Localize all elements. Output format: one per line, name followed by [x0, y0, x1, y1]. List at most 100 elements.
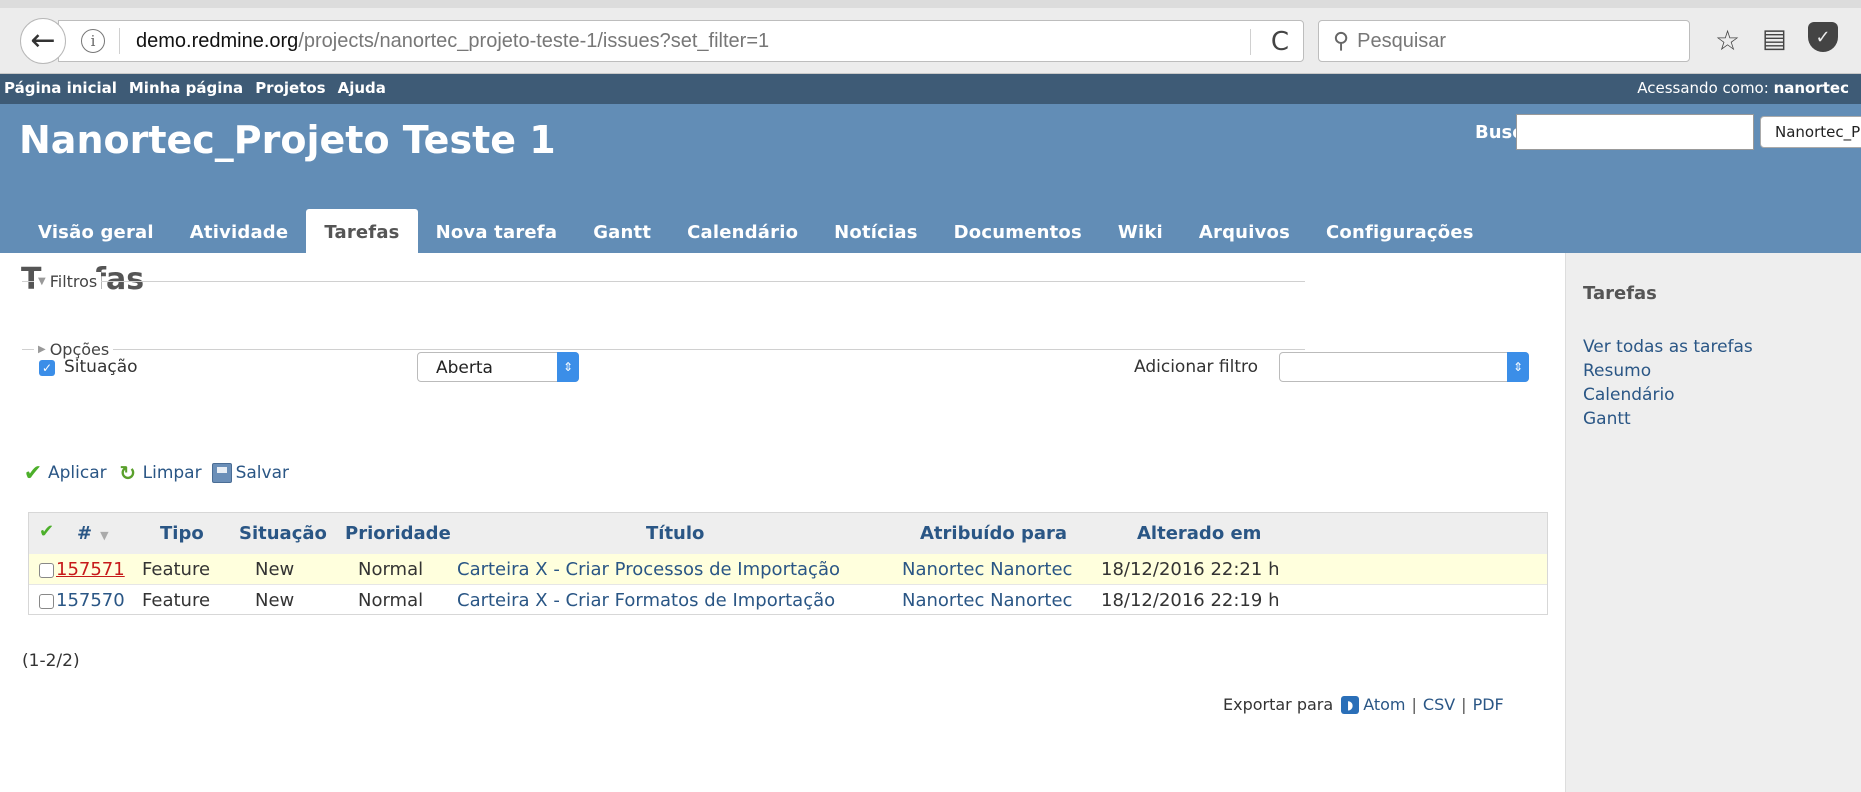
- logged-as: Acessando como: nanortec: [1637, 79, 1849, 97]
- sidebar: Tarefas Ver todas as tarefas Resumo Cale…: [1565, 253, 1861, 792]
- column-header-titulo[interactable]: Título: [646, 523, 704, 544]
- query-actions: ✔ Aplicar ↻ Limpar Salvar: [22, 461, 299, 486]
- options-legend[interactable]: ▶ Opções: [34, 340, 114, 359]
- tab-wiki[interactable]: Wiki: [1100, 209, 1181, 253]
- back-arrow-icon: ←: [30, 23, 56, 58]
- top-menu-help[interactable]: Ajuda: [338, 79, 386, 97]
- project-header: Nanortec_Projeto Teste 1 Busca: Nanortec…: [0, 104, 1861, 253]
- tab-activity[interactable]: Atividade: [172, 209, 307, 253]
- export-pdf-link[interactable]: PDF: [1473, 695, 1504, 714]
- issue-id-link[interactable]: 157571: [56, 559, 125, 580]
- issue-id-link[interactable]: 157570: [56, 590, 125, 611]
- filters-legend[interactable]: ▼ Filtros: [34, 272, 102, 291]
- tab-documents[interactable]: Documentos: [936, 209, 1100, 253]
- browser-search-box[interactable]: ⚲ Pesquisar: [1318, 20, 1690, 62]
- browser-tab-strip: [0, 0, 1861, 8]
- reload-icon: ↻: [119, 461, 136, 485]
- status-filter-value: Aberta: [436, 358, 493, 378]
- pagination-count: (1-2/2): [22, 651, 80, 671]
- column-header-id-label: #: [77, 523, 93, 544]
- logged-as-label: Acessando como:: [1637, 79, 1769, 97]
- column-header-alterado[interactable]: Alterado em: [1137, 523, 1261, 544]
- table-row[interactable]: 157571 Feature New Normal Carteira X - C…: [29, 554, 1547, 584]
- sidebar-link-summary[interactable]: Resumo: [1583, 359, 1753, 383]
- reload-icon[interactable]: C: [1271, 27, 1289, 57]
- export-atom-link[interactable]: Atom: [1363, 695, 1405, 714]
- export-separator: |: [1411, 695, 1417, 714]
- tab-settings[interactable]: Configurações: [1308, 209, 1492, 253]
- export-label: Exportar para: [1223, 695, 1334, 714]
- bookmark-star-icon[interactable]: ☆: [1715, 24, 1740, 57]
- issue-assignee-link[interactable]: Nanortec Nanortec: [902, 559, 1072, 580]
- column-header-situacao[interactable]: Situação: [239, 523, 327, 544]
- issue-title-link[interactable]: Carteira X - Criar Formatos de Importaçã…: [457, 590, 835, 611]
- url-text[interactable]: demo.redmine.org/projects/nanortec_proje…: [136, 30, 769, 53]
- row-checkbox[interactable]: [39, 563, 54, 578]
- apply-button[interactable]: ✔ Aplicar: [22, 461, 107, 486]
- url-path: /projects/nanortec_projeto-teste-1/issue…: [298, 29, 770, 52]
- logged-as-user[interactable]: nanortec: [1774, 79, 1849, 97]
- issues-table: ✔ # ▼ Tipo Situação Prioridade Título Atr…: [28, 512, 1548, 615]
- tab-files[interactable]: Arquivos: [1181, 209, 1308, 253]
- issue-prioridade: Normal: [358, 590, 424, 611]
- row-checkbox[interactable]: [39, 594, 54, 609]
- top-menu-projects[interactable]: Projetos: [255, 79, 325, 97]
- select-arrows-icon: ⇕: [557, 352, 579, 382]
- search-icon: ⚲: [1333, 28, 1350, 54]
- toggle-all-checkmark-icon[interactable]: ✔: [39, 521, 54, 542]
- tab-calendar[interactable]: Calendário: [669, 209, 816, 253]
- url-host: demo.redmine.org: [136, 29, 299, 52]
- project-title: Nanortec_Projeto Teste 1: [19, 118, 556, 162]
- filters-fieldset-border: [22, 281, 1305, 282]
- feed-icon[interactable]: ◗: [1341, 695, 1360, 714]
- floppy-disk-icon: [211, 463, 232, 483]
- clear-label: Limpar: [142, 463, 202, 483]
- issue-situacao: New: [255, 590, 295, 611]
- save-button[interactable]: Salvar: [211, 463, 289, 483]
- sidebar-title: Tarefas: [1583, 283, 1657, 304]
- column-header-id[interactable]: # ▼: [77, 523, 109, 544]
- project-jump-select[interactable]: Nanortec_Projeto Teste 1: [1760, 116, 1861, 148]
- clear-button[interactable]: ↻ Limpar: [117, 461, 202, 485]
- collapsed-triangle-icon: ▶: [38, 344, 46, 355]
- sidebar-link-gantt[interactable]: Gantt: [1583, 407, 1753, 431]
- column-header-prioridade[interactable]: Prioridade: [345, 523, 451, 544]
- export-csv-link[interactable]: CSV: [1423, 695, 1455, 714]
- sidebar-link-all-issues[interactable]: Ver todas as tarefas: [1583, 335, 1753, 359]
- save-label: Salvar: [235, 463, 289, 483]
- column-header-atribuido[interactable]: Atribuído para: [920, 523, 1067, 544]
- issue-title-link[interactable]: Carteira X - Criar Processos de Importaç…: [457, 559, 840, 580]
- add-filter-label: Adicionar filtro: [1134, 357, 1259, 377]
- add-filter-select[interactable]: ⇕: [1279, 352, 1529, 382]
- issue-tipo: Feature: [142, 559, 211, 580]
- column-header-tipo[interactable]: Tipo: [160, 523, 204, 544]
- status-filter-checkbox[interactable]: ✓: [39, 360, 55, 376]
- status-filter-select[interactable]: Aberta ⇕: [417, 352, 579, 382]
- main-menu: Visão geral Atividade Tarefas Nova taref…: [20, 209, 1492, 253]
- top-menu-my-page[interactable]: Minha página: [129, 79, 243, 97]
- tab-gantt[interactable]: Gantt: [575, 209, 669, 253]
- issue-prioridade: Normal: [358, 559, 424, 580]
- top-menu-home[interactable]: Página inicial: [4, 79, 117, 97]
- info-icon[interactable]: i: [81, 29, 105, 53]
- issue-assignee-link[interactable]: Nanortec Nanortec: [902, 590, 1072, 611]
- tab-new-issue[interactable]: Nova tarefa: [418, 209, 576, 253]
- expanded-triangle-icon: ▼: [38, 276, 46, 287]
- tab-overview[interactable]: Visão geral: [20, 209, 172, 253]
- browser-search-placeholder: Pesquisar: [1357, 29, 1447, 52]
- reading-list-icon[interactable]: ▤: [1762, 24, 1787, 54]
- table-row[interactable]: 157570 Feature New Normal Carteira X - C…: [29, 584, 1547, 614]
- address-bar[interactable]: i demo.redmine.org/projects/nanortec_pro…: [58, 20, 1304, 62]
- tab-news[interactable]: Notícias: [816, 209, 936, 253]
- table-header: ✔ # ▼ Tipo Situação Prioridade Título Atr…: [29, 513, 1547, 554]
- select-arrows-icon: ⇕: [1507, 352, 1529, 382]
- filters-legend-label: Filtros: [49, 272, 98, 291]
- search-input[interactable]: [1516, 114, 1754, 150]
- sidebar-link-calendar[interactable]: Calendário: [1583, 383, 1753, 407]
- back-button[interactable]: ←: [20, 18, 66, 64]
- pocket-icon[interactable]: ✓: [1808, 22, 1838, 52]
- export-separator: |: [1461, 695, 1467, 714]
- tab-issues[interactable]: Tarefas: [306, 209, 418, 253]
- status-filter-label: Situação: [64, 357, 138, 377]
- export-links: Exportar para ◗ Atom | CSV | PDF: [1223, 695, 1504, 714]
